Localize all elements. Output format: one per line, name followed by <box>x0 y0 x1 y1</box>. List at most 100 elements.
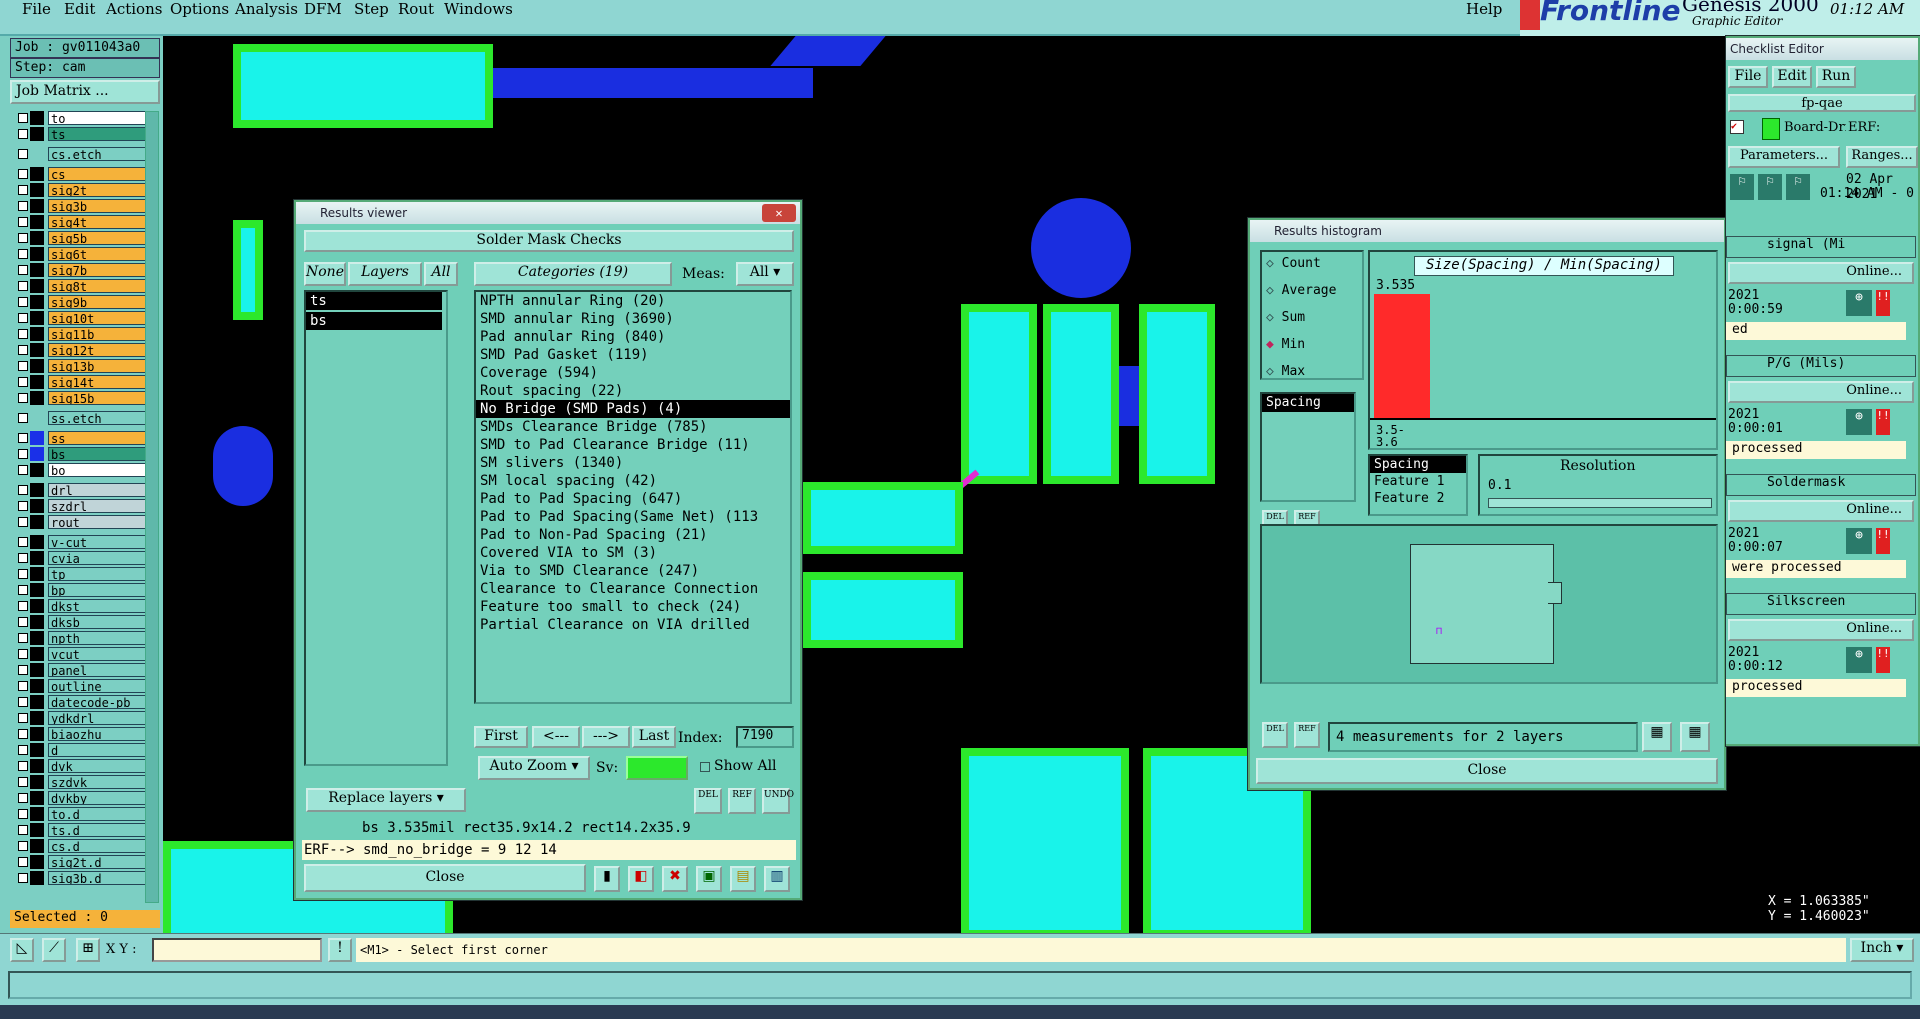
layers-button[interactable]: Layers <box>348 262 422 286</box>
layer-row-biaozhu[interactable]: biaozhu <box>14 726 146 742</box>
highlight-icon[interactable]: ▮ <box>594 866 620 892</box>
histogram-icon[interactable]: ▥ <box>764 866 790 892</box>
layer-row-dksb[interactable]: dksb <box>14 614 146 630</box>
layer-checkbox[interactable] <box>18 501 28 511</box>
layer-checkbox[interactable] <box>18 537 28 547</box>
layer-row-npth[interactable]: npth <box>14 630 146 646</box>
menu-analysis[interactable]: Analysis <box>235 0 298 18</box>
histogram-titlebar[interactable]: Results histogram <box>1250 220 1724 242</box>
run-icon[interactable]: ⚐ <box>1758 174 1782 200</box>
grid-icon[interactable]: ⊞ <box>76 938 100 962</box>
list-item[interactable]: Spacing <box>1262 394 1354 412</box>
auto-zoom-select[interactable]: Auto Zoom ▾ <box>478 756 590 780</box>
layer-row-sig2t.d[interactable]: sig2t.d <box>14 854 146 870</box>
category-item[interactable]: No Bridge (SMD Pads) (4) <box>476 400 790 418</box>
category-item[interactable]: SM local spacing (42) <box>476 472 790 490</box>
run-icon[interactable]: ⚐ <box>1730 174 1754 200</box>
layer-row-sig10t[interactable]: sig10t <box>14 310 146 326</box>
layer-list-scrollbar[interactable] <box>145 111 159 903</box>
ranges-button[interactable]: Ranges... <box>1846 146 1918 168</box>
layer-checkbox[interactable] <box>18 585 28 595</box>
category-item[interactable]: Clearance to Clearance Connection <box>476 580 790 598</box>
layer-checkbox[interactable] <box>18 265 28 275</box>
menu-edit[interactable]: Edit <box>64 0 95 18</box>
layer-checkbox[interactable] <box>18 761 28 771</box>
layer-checkbox[interactable] <box>18 745 28 755</box>
layer-checkbox[interactable] <box>18 297 28 307</box>
layer-row-cs.etch[interactable]: cs.etch <box>14 146 146 162</box>
menu-actions[interactable]: Actions <box>106 0 162 18</box>
zoom-icon[interactable]: ⊕ <box>1846 409 1872 435</box>
layer-checkbox[interactable] <box>18 793 28 803</box>
erf-field[interactable]: P/G (Mils) <box>1726 355 1916 377</box>
layer-checkbox[interactable] <box>18 377 28 387</box>
parameters-button[interactable]: Parameters... <box>1728 146 1840 168</box>
pad[interactable] <box>233 44 493 128</box>
layer-row-outline[interactable]: outline <box>14 678 146 694</box>
layer-checkbox[interactable] <box>18 777 28 787</box>
layer-checkbox[interactable] <box>18 433 28 443</box>
stat-option-average[interactable]: ◇ Average <box>1266 283 1336 303</box>
layer-row-rout[interactable]: rout <box>14 514 146 530</box>
layer-checkbox[interactable] <box>18 601 28 611</box>
layer-checkbox[interactable] <box>18 169 28 179</box>
trace[interactable] <box>770 36 886 66</box>
notes-icon[interactable]: ▤ <box>730 866 756 892</box>
pad[interactable] <box>961 748 1129 933</box>
layer-row-sig6t[interactable]: sig6t <box>14 246 146 262</box>
category-item[interactable]: Rout spacing (22) <box>476 382 790 400</box>
layer-checkbox[interactable] <box>18 873 28 883</box>
layer-row-sig14t[interactable]: sig14t <box>14 374 146 390</box>
last-button[interactable]: Last <box>632 726 676 748</box>
sv-color-select[interactable] <box>626 756 688 780</box>
layer-row-sig15b[interactable]: sig15b <box>14 390 146 406</box>
layer-checkbox[interactable] <box>18 249 28 259</box>
undo-button[interactable]: UNDO <box>762 788 794 814</box>
layer-row-sig2t[interactable]: sig2t <box>14 182 146 198</box>
zoom-icon[interactable]: ⊕ <box>1846 290 1872 316</box>
erf-field[interactable]: Silkscreen <box>1726 593 1916 615</box>
online-button[interactable]: Online... <box>1728 619 1914 641</box>
category-item[interactable]: Covered VIA to SM (3) <box>476 544 790 562</box>
layer-row-drl[interactable]: drl <box>14 482 146 498</box>
ref-button[interactable]: REF <box>1294 722 1320 748</box>
alert-icon[interactable]: ! <box>328 938 352 962</box>
del-button[interactable]: DEL <box>694 788 722 814</box>
layer-row-v-cut[interactable]: v-cut <box>14 534 146 550</box>
layer-row-dkst[interactable]: dkst <box>14 598 146 614</box>
checklist-menu-run[interactable]: Run <box>1816 66 1856 88</box>
trace[interactable] <box>493 68 813 98</box>
category-item[interactable]: SMD Pad Gasket (119) <box>476 346 790 364</box>
xy-input[interactable] <box>152 938 322 962</box>
histogram-list[interactable]: Spacing <box>1260 392 1356 502</box>
layer-row-to[interactable]: to <box>14 110 146 126</box>
menu-step[interactable]: Step <box>354 0 389 18</box>
first-button[interactable]: First <box>474 726 528 748</box>
menu-options[interactable]: Options <box>170 0 229 18</box>
layer-checkbox[interactable] <box>18 553 28 563</box>
category-item[interactable]: Pad to Pad Spacing (647) <box>476 490 790 508</box>
replace-layers-select[interactable]: Replace layers ▾ <box>306 788 466 812</box>
layer-row-panel[interactable]: panel <box>14 662 146 678</box>
category-item[interactable]: Coverage (594) <box>476 364 790 382</box>
category-item[interactable]: SM slivers (1340) <box>476 454 790 472</box>
layer-checkbox[interactable] <box>18 841 28 851</box>
layer-checkbox[interactable] <box>18 517 28 527</box>
stat-option-min[interactable]: ◆ Min <box>1266 337 1305 357</box>
trace[interactable] <box>1067 236 1095 296</box>
layer-checkbox[interactable] <box>18 233 28 243</box>
category-item[interactable]: SMDs Clearance Bridge (785) <box>476 418 790 436</box>
result-layer-item[interactable]: bs <box>306 312 442 330</box>
checklist-titlebar[interactable]: Checklist Editor <box>1726 38 1918 60</box>
smd-pad[interactable] <box>961 304 1037 484</box>
layer-row-d[interactable]: d <box>14 742 146 758</box>
none-button[interactable]: None <box>304 262 346 286</box>
layer-row-vcut[interactable]: vcut <box>14 646 146 662</box>
via[interactable] <box>213 426 273 506</box>
online-button[interactable]: Online... <box>1728 381 1914 403</box>
layer-row-ydkdrl[interactable]: ydkdrl <box>14 710 146 726</box>
results-layer-list[interactable]: ts bs <box>304 290 448 766</box>
layer-checkbox[interactable] <box>18 361 28 371</box>
category-item[interactable]: Via to SMD Clearance (247) <box>476 562 790 580</box>
zoom-icon[interactable]: ⊕ <box>1846 647 1872 673</box>
